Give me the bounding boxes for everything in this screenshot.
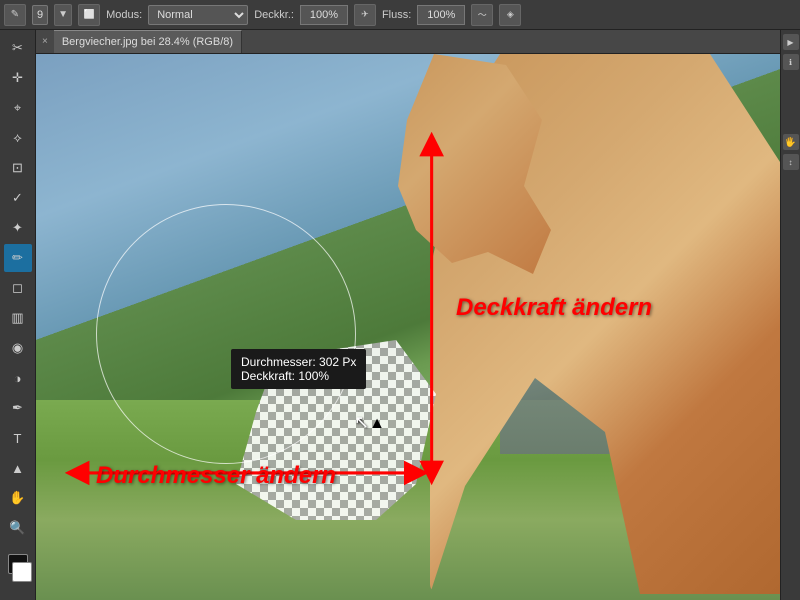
tool-move[interactable]: ✛ (4, 64, 32, 92)
brush-shape-icon[interactable]: ⬜ (78, 4, 100, 26)
fluss-input[interactable] (417, 5, 465, 25)
left-toolbar: ✂ ✛ ⌖ ⟡ ⊡ ✓ ✦ ✏ ◻ ▥ ◉ ◑ ✒ T ▲ ✋ 🔍 (0, 30, 36, 600)
brush-size-display: 9 (32, 5, 48, 25)
canvas-image[interactable]: Durchmesser: 302 Px Deckkraft: 100% ▲ (36, 54, 780, 600)
tablet-pressure-icon[interactable]: ◈ (499, 4, 521, 26)
tool-blur[interactable]: ◉ (4, 334, 32, 362)
modus-label: Modus: (106, 9, 142, 21)
tool-eyedropper[interactable]: ✓ (4, 184, 32, 212)
tool-dodge[interactable]: ◑ (4, 364, 32, 392)
deckkraft-label-annotation: Deckkraft ändern (456, 294, 652, 322)
deckkraft-label: Deckkr.: (254, 9, 294, 21)
deckkraft-input[interactable] (300, 5, 348, 25)
tool-gradient[interactable]: ▥ (4, 304, 32, 332)
tool-marquee[interactable]: ✂ (4, 34, 32, 62)
tool-text[interactable]: T (4, 424, 32, 452)
top-toolbar: ✎ 9 ▼ ⬜ Modus: Normal Aufhellen Abdunkel… (0, 0, 800, 30)
tool-lasso[interactable]: ⌖ (4, 94, 32, 122)
tool-brush[interactable]: ✏ (4, 244, 32, 272)
brush-tool-icon-group: ✎ (4, 4, 26, 26)
right-tool-arrow[interactable]: ↕ (783, 154, 799, 170)
modus-select[interactable]: Normal Aufhellen Abdunkeln (148, 5, 248, 25)
tool-wand[interactable]: ⟡ (4, 124, 32, 152)
tab-title[interactable]: Bergviecher.jpg bei 28.4% (RGB/8) (54, 30, 242, 53)
brush-size-value: 9 (37, 9, 43, 21)
fluss-icon[interactable]: 〜 (471, 4, 493, 26)
brush-icon[interactable]: ✎ (4, 4, 26, 26)
right-tool-hand[interactable]: 🖐 (783, 134, 799, 150)
tab-bar: × Bergviecher.jpg bei 28.4% (RGB/8) (36, 30, 780, 54)
deckkraft-airbrush-icon[interactable]: ✈ (354, 4, 376, 26)
tool-pen[interactable]: ✒ (4, 394, 32, 422)
tool-eraser[interactable]: ◻ (4, 274, 32, 302)
panel-info-button[interactable]: ℹ (783, 54, 799, 70)
tool-healpatch[interactable]: ✦ (4, 214, 32, 242)
tool-crop[interactable]: ⊡ (4, 154, 32, 182)
tool-zoom[interactable]: 🔍 (4, 514, 32, 542)
panel-collapse-button[interactable]: ▶ (783, 34, 799, 50)
right-panel: ▶ ℹ 🖐 ↕ (780, 30, 800, 600)
canvas-container[interactable]: × Bergviecher.jpg bei 28.4% (RGB/8) (36, 30, 780, 600)
durchmesser-label-annotation: Durchmesser ändern (96, 462, 336, 490)
main-area: ✂ ✛ ⌖ ⟡ ⊡ ✓ ✦ ✏ ◻ ▥ ◉ ◑ ✒ T ▲ ✋ 🔍 × Berg… (0, 30, 800, 600)
tool-hand[interactable]: ✋ (4, 484, 32, 512)
tool-shape[interactable]: ▲ (4, 454, 32, 482)
tab-close-button[interactable]: × (36, 36, 54, 47)
brush-options-icon[interactable]: ▼ (54, 4, 72, 26)
fluss-label: Fluss: (382, 9, 411, 21)
background-color[interactable] (12, 562, 32, 582)
